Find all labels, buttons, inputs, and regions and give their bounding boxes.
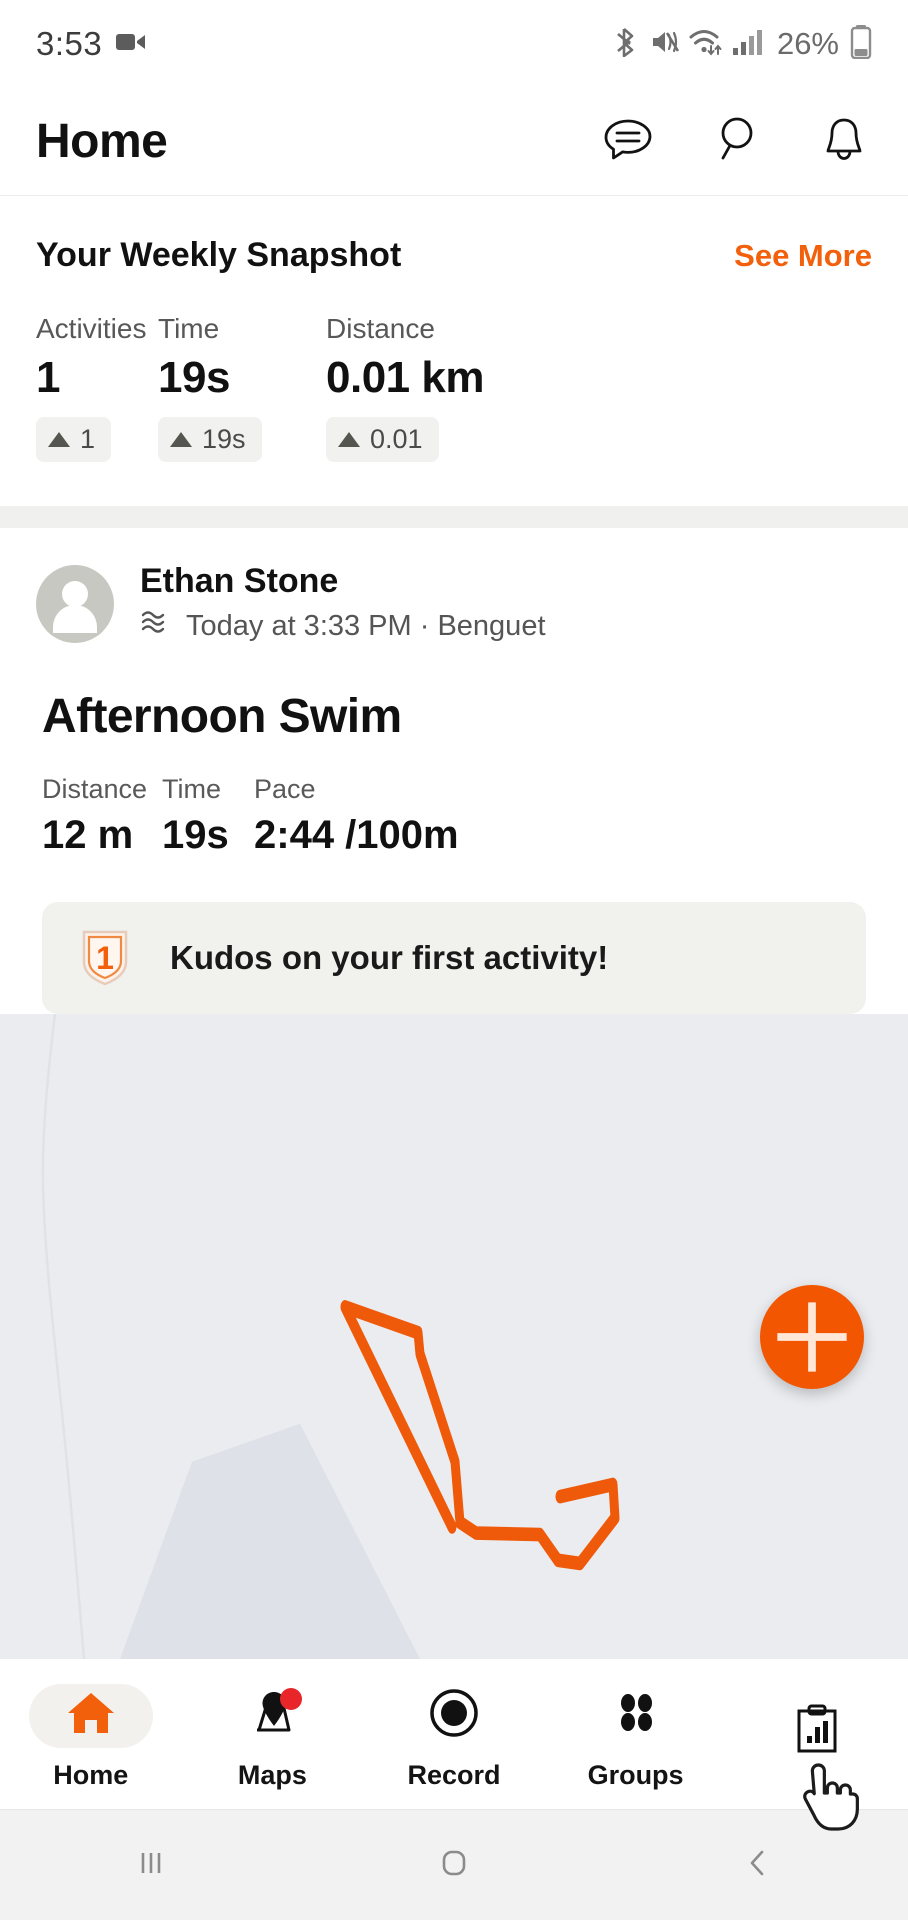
home-button[interactable] bbox=[394, 1810, 514, 1920]
activity-athlete-row[interactable]: Ethan Stone Today at 3:33 PM · Benguet bbox=[36, 562, 872, 645]
nav-item-maps[interactable]: Maps bbox=[182, 1684, 364, 1791]
nav-label: Home bbox=[53, 1759, 129, 1790]
delta-value: 0.01 bbox=[370, 424, 423, 454]
nav-maps-icon-wrap bbox=[210, 1684, 334, 1748]
android-system-navigation bbox=[0, 1809, 908, 1920]
stat-value: 12 m bbox=[42, 813, 134, 857]
snapshot-stat-activities: Activities 1 1 bbox=[36, 313, 158, 462]
messages-button[interactable] bbox=[600, 114, 656, 170]
phone-screen: 3:53 26% Home Your Weekly Snapshot See M… bbox=[0, 0, 908, 1920]
snapshot-stat-distance: Distance 0.01 km 0.01 bbox=[326, 313, 484, 462]
status-bar-right: 26% bbox=[615, 24, 872, 64]
nav-label: Maps bbox=[237, 1759, 307, 1790]
add-activity-fab[interactable] bbox=[760, 1284, 864, 1389]
stat-label: Time bbox=[158, 313, 220, 344]
activity-stat-time: Time 19s bbox=[162, 774, 254, 858]
kudos-banner[interactable]: 1 Kudos on your first activity! bbox=[42, 902, 866, 1014]
delta-value: 19s bbox=[202, 424, 246, 454]
notifications-bell-icon bbox=[818, 113, 870, 170]
back-chevron-icon bbox=[737, 1843, 777, 1888]
nav-label: Groups bbox=[587, 1759, 684, 1790]
clipboard-chart-icon bbox=[790, 1702, 844, 1761]
nav-record-icon-wrap bbox=[392, 1684, 516, 1748]
snapshot-title: Your Weekly Snapshot bbox=[36, 236, 402, 274]
status-bar: 3:53 26% bbox=[0, 0, 908, 88]
home-icon bbox=[64, 1686, 118, 1745]
section-divider bbox=[0, 506, 908, 528]
stat-delta-badge: 19s bbox=[158, 417, 262, 462]
cellular-signal-icon bbox=[732, 27, 762, 62]
stat-label: Activities bbox=[36, 313, 147, 344]
screen-record-icon bbox=[116, 30, 146, 59]
avatar[interactable] bbox=[36, 564, 114, 643]
search-icon bbox=[710, 113, 762, 170]
nav-item-progress[interactable] bbox=[726, 1699, 908, 1831]
first-activity-badge-icon: 1 bbox=[76, 924, 134, 993]
nav-home-icon-pill bbox=[28, 1683, 153, 1748]
header-actions bbox=[600, 114, 872, 170]
activity-stat-distance: Distance 12 m bbox=[42, 774, 162, 858]
activity-title[interactable]: Afternoon Swim bbox=[42, 689, 872, 744]
stat-delta-badge: 1 bbox=[36, 417, 112, 462]
see-more-link[interactable]: See More bbox=[734, 238, 872, 274]
activity-map[interactable] bbox=[0, 1014, 908, 1659]
snapshot-stats: Activities 1 1 Time 19s 19s Distance 0.0… bbox=[36, 313, 872, 462]
mute-icon bbox=[650, 27, 680, 62]
search-button[interactable] bbox=[708, 114, 764, 170]
status-time: 3:53 bbox=[36, 25, 103, 62]
kudos-text: Kudos on your first activity! bbox=[170, 939, 609, 976]
recents-icon bbox=[131, 1843, 171, 1888]
stat-value: 0.01 km bbox=[326, 353, 484, 402]
activity-meta-text: Today at 3:33 PM · Benguet bbox=[186, 609, 546, 642]
activity-stat-pace: Pace 2:44 /100m bbox=[254, 774, 459, 858]
svg-text:1: 1 bbox=[96, 940, 114, 976]
delta-value: 1 bbox=[80, 424, 96, 454]
recents-button[interactable] bbox=[91, 1810, 211, 1920]
stat-value: 1 bbox=[36, 353, 60, 402]
stat-value: 19s bbox=[162, 813, 229, 857]
record-icon bbox=[427, 1686, 481, 1745]
snapshot-stat-time: Time 19s 19s bbox=[158, 313, 326, 462]
nav-item-record[interactable]: Record bbox=[363, 1684, 545, 1791]
activity-card: Ethan Stone Today at 3:33 PM · Benguet A… bbox=[0, 528, 908, 1014]
bottom-navigation: Home Maps Record Groups bbox=[0, 1659, 908, 1831]
activity-stats: Distance 12 m Time 19s Pace 2:44 /100m bbox=[42, 774, 872, 858]
snapshot-header: Your Weekly Snapshot See More bbox=[36, 236, 872, 275]
athlete-name[interactable]: Ethan Stone bbox=[140, 562, 546, 601]
nav-item-groups[interactable]: Groups bbox=[545, 1684, 727, 1791]
bluetooth-icon bbox=[615, 27, 641, 62]
battery-icon bbox=[850, 24, 872, 64]
plus-icon bbox=[777, 1301, 847, 1372]
groups-icon bbox=[609, 1686, 663, 1745]
trend-up-icon bbox=[170, 432, 192, 447]
page-title: Home bbox=[36, 115, 168, 168]
battery-percent: 26% bbox=[776, 26, 839, 61]
stat-value: 2:44 /100m bbox=[254, 813, 459, 857]
stat-delta-badge: 0.01 bbox=[326, 417, 439, 462]
athlete-info: Ethan Stone Today at 3:33 PM · Benguet bbox=[140, 562, 546, 645]
nav-item-home[interactable]: Home bbox=[0, 1683, 182, 1791]
stat-label: Distance bbox=[326, 313, 435, 344]
notifications-button[interactable] bbox=[816, 114, 872, 170]
trend-up-icon bbox=[338, 432, 360, 447]
trend-up-icon bbox=[48, 432, 70, 447]
swim-waves-icon bbox=[140, 607, 174, 645]
wifi-icon bbox=[689, 27, 723, 62]
home-square-icon bbox=[434, 1843, 474, 1888]
stat-value: 19s bbox=[158, 353, 230, 402]
nav-groups-icon-wrap bbox=[574, 1684, 698, 1748]
nav-label: Record bbox=[407, 1759, 501, 1790]
maps-notification-badge bbox=[280, 1687, 303, 1710]
status-bar-left: 3:53 bbox=[36, 25, 146, 63]
messages-icon bbox=[602, 113, 654, 170]
stat-label: Time bbox=[162, 774, 221, 804]
activity-meta: Today at 3:33 PM · Benguet bbox=[140, 607, 546, 645]
stat-label: Pace bbox=[254, 774, 316, 804]
nav-progress-icon-wrap bbox=[755, 1699, 879, 1763]
weekly-snapshot-card: Your Weekly Snapshot See More Activities… bbox=[0, 196, 908, 506]
stat-label: Distance bbox=[42, 774, 148, 804]
back-button[interactable] bbox=[697, 1810, 817, 1920]
app-header: Home bbox=[0, 88, 908, 196]
